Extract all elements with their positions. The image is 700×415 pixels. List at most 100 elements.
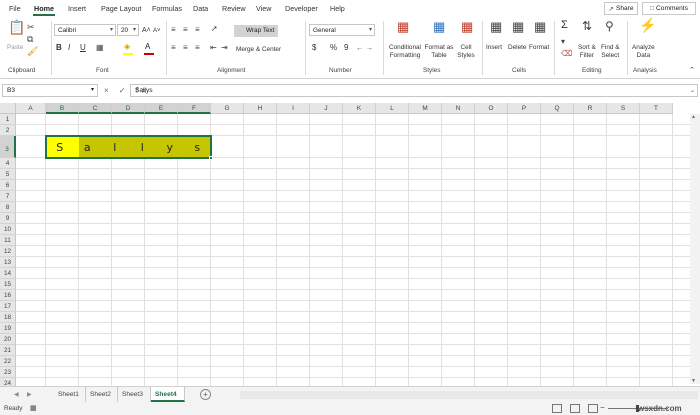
menu-data[interactable]: Data (193, 4, 208, 13)
column-header-s[interactable]: S (607, 103, 640, 114)
decrease-decimal-icon[interactable]: → (366, 44, 373, 54)
align-left-icon[interactable]: ≡ (171, 43, 176, 53)
cell-styles-button[interactable]: Cell Styles (455, 44, 477, 60)
row-header-14[interactable]: 14 (0, 268, 16, 279)
sheet-tab-sheet4[interactable]: Sheet4 (151, 387, 185, 402)
fill-handle[interactable] (209, 156, 213, 160)
column-header-n[interactable]: N (442, 103, 475, 114)
sheet-tab-sheet2[interactable]: Sheet2 (86, 387, 118, 402)
font-name-combo[interactable]: Calibri ▾ (54, 24, 116, 36)
column-header-q[interactable]: Q (541, 103, 574, 114)
menu-review[interactable]: Review (222, 4, 246, 13)
menu-insert[interactable]: Insert (68, 4, 86, 13)
merge-center-button[interactable]: Merge & Center (236, 46, 281, 54)
row-header-23[interactable]: 23 (0, 367, 16, 378)
column-header-e[interactable]: E (145, 103, 178, 114)
orientation-icon[interactable]: ➚ (211, 24, 218, 34)
select-all-corner[interactable] (0, 103, 16, 114)
cell-styles-icon[interactable]: ▦ (461, 20, 473, 33)
cell-char-5[interactable]: y (156, 136, 184, 158)
align-right-icon[interactable]: ≡ (195, 43, 200, 53)
row-header-10[interactable]: 10 (0, 224, 16, 235)
wrap-text-button[interactable]: Wrap Text (234, 25, 278, 37)
sheet-tab-sheet3[interactable]: Sheet3 (118, 387, 151, 402)
row-header-12[interactable]: 12 (0, 246, 16, 257)
menu-developer[interactable]: Developer (285, 4, 318, 13)
menu-page-layout[interactable]: Page Layout (101, 4, 141, 13)
find-select-button[interactable]: Find & Select (601, 44, 619, 60)
column-header-p[interactable]: P (508, 103, 541, 114)
autosum-button[interactable]: Σ (561, 20, 568, 31)
expand-formula-icon[interactable]: ⌄ (690, 86, 695, 96)
analyze-data-icon[interactable]: ⚡ (639, 18, 656, 32)
format-cells-button[interactable]: Format (529, 44, 549, 52)
paste-button[interactable]: Paste (7, 44, 23, 52)
page-break-view-icon[interactable] (588, 404, 598, 413)
column-header-r[interactable]: R (574, 103, 607, 114)
menu-view[interactable]: View (256, 4, 271, 13)
column-header-c[interactable]: C (79, 103, 112, 114)
italic-button[interactable]: I (68, 44, 70, 52)
shrink-font-button[interactable]: A˅ (153, 27, 161, 35)
format-as-table-button[interactable]: Format as Table (424, 44, 454, 60)
row-header-1[interactable]: 1 (0, 114, 16, 125)
cell-char-4[interactable]: l (129, 136, 157, 158)
column-header-g[interactable]: G (211, 103, 244, 114)
column-header-t[interactable]: T (640, 103, 673, 114)
row-header-20[interactable]: 20 (0, 334, 16, 345)
find-select-icon[interactable]: ⚲ (605, 20, 614, 32)
scroll-down-icon[interactable]: ▼ (691, 378, 696, 384)
percent-button[interactable]: % (330, 44, 337, 52)
row-header-6[interactable]: 6 (0, 180, 16, 191)
insert-cells-button[interactable]: Insert (486, 44, 502, 52)
cell-char-6[interactable]: s (184, 136, 212, 158)
column-header-o[interactable]: O (475, 103, 508, 114)
conditional-formatting-button[interactable]: Conditional Formatting (388, 44, 422, 60)
fill-color-icon[interactable]: ◈ (124, 42, 130, 52)
delete-cells-icon[interactable]: ▦ (512, 20, 524, 33)
menu-home[interactable]: Home (34, 4, 54, 13)
format-as-table-icon[interactable]: ▦ (433, 20, 445, 33)
row-header-22[interactable]: 22 (0, 356, 16, 367)
zoom-out-icon[interactable]: − (600, 403, 605, 413)
insert-cells-icon[interactable]: ▦ (490, 20, 502, 33)
align-top-icon[interactable]: ≡ (171, 25, 176, 35)
number-format-combo[interactable]: General ▾ (309, 24, 375, 36)
row-header-16[interactable]: 16 (0, 290, 16, 301)
row-header-19[interactable]: 19 (0, 323, 16, 334)
formula-input[interactable]: Sallys (130, 84, 698, 97)
column-header-m[interactable]: M (409, 103, 442, 114)
row-header-18[interactable]: 18 (0, 312, 16, 323)
align-center-icon[interactable]: ≡ (183, 43, 188, 53)
row-header-7[interactable]: 7 (0, 191, 16, 202)
cell-char-1[interactable]: S (46, 136, 74, 158)
cell-char-3[interactable]: l (101, 136, 129, 158)
analyze-data-button[interactable]: Analyze Data (632, 44, 655, 60)
prev-sheet-icon[interactable]: ◀ (14, 391, 19, 398)
collapse-ribbon-icon[interactable]: ⌃ (689, 66, 695, 76)
column-header-l[interactable]: L (376, 103, 409, 114)
menu-file[interactable]: File (9, 4, 21, 13)
column-header-f[interactable]: F (178, 103, 211, 114)
sheet-tab-sheet1[interactable]: Sheet1 (54, 387, 86, 402)
menu-help[interactable]: Help (330, 4, 345, 13)
column-header-b[interactable]: B (46, 103, 79, 114)
row-header-24[interactable]: 24 (0, 378, 16, 386)
row-header-11[interactable]: 11 (0, 235, 16, 246)
increase-decimal-icon[interactable]: ← (356, 44, 363, 54)
page-layout-view-icon[interactable] (570, 404, 580, 413)
column-header-d[interactable]: D (112, 103, 145, 114)
add-sheet-button[interactable]: + (200, 389, 211, 400)
increase-indent-icon[interactable]: ⇥ (221, 43, 228, 53)
column-header-i[interactable]: I (277, 103, 310, 114)
font-size-combo[interactable]: 20 ▾ (117, 24, 139, 36)
column-header-h[interactable]: H (244, 103, 277, 114)
row-header-13[interactable]: 13 (0, 257, 16, 268)
bold-button[interactable]: B (56, 44, 62, 52)
share-button[interactable]: ↗ Share (604, 2, 638, 15)
horizontal-scrollbar[interactable] (240, 391, 698, 399)
row-header-17[interactable]: 17 (0, 301, 16, 312)
name-box[interactable]: B3 ▾ (2, 84, 98, 97)
row-header-4[interactable]: 4 (0, 158, 16, 169)
row-header-3[interactable]: 3 (0, 136, 16, 158)
